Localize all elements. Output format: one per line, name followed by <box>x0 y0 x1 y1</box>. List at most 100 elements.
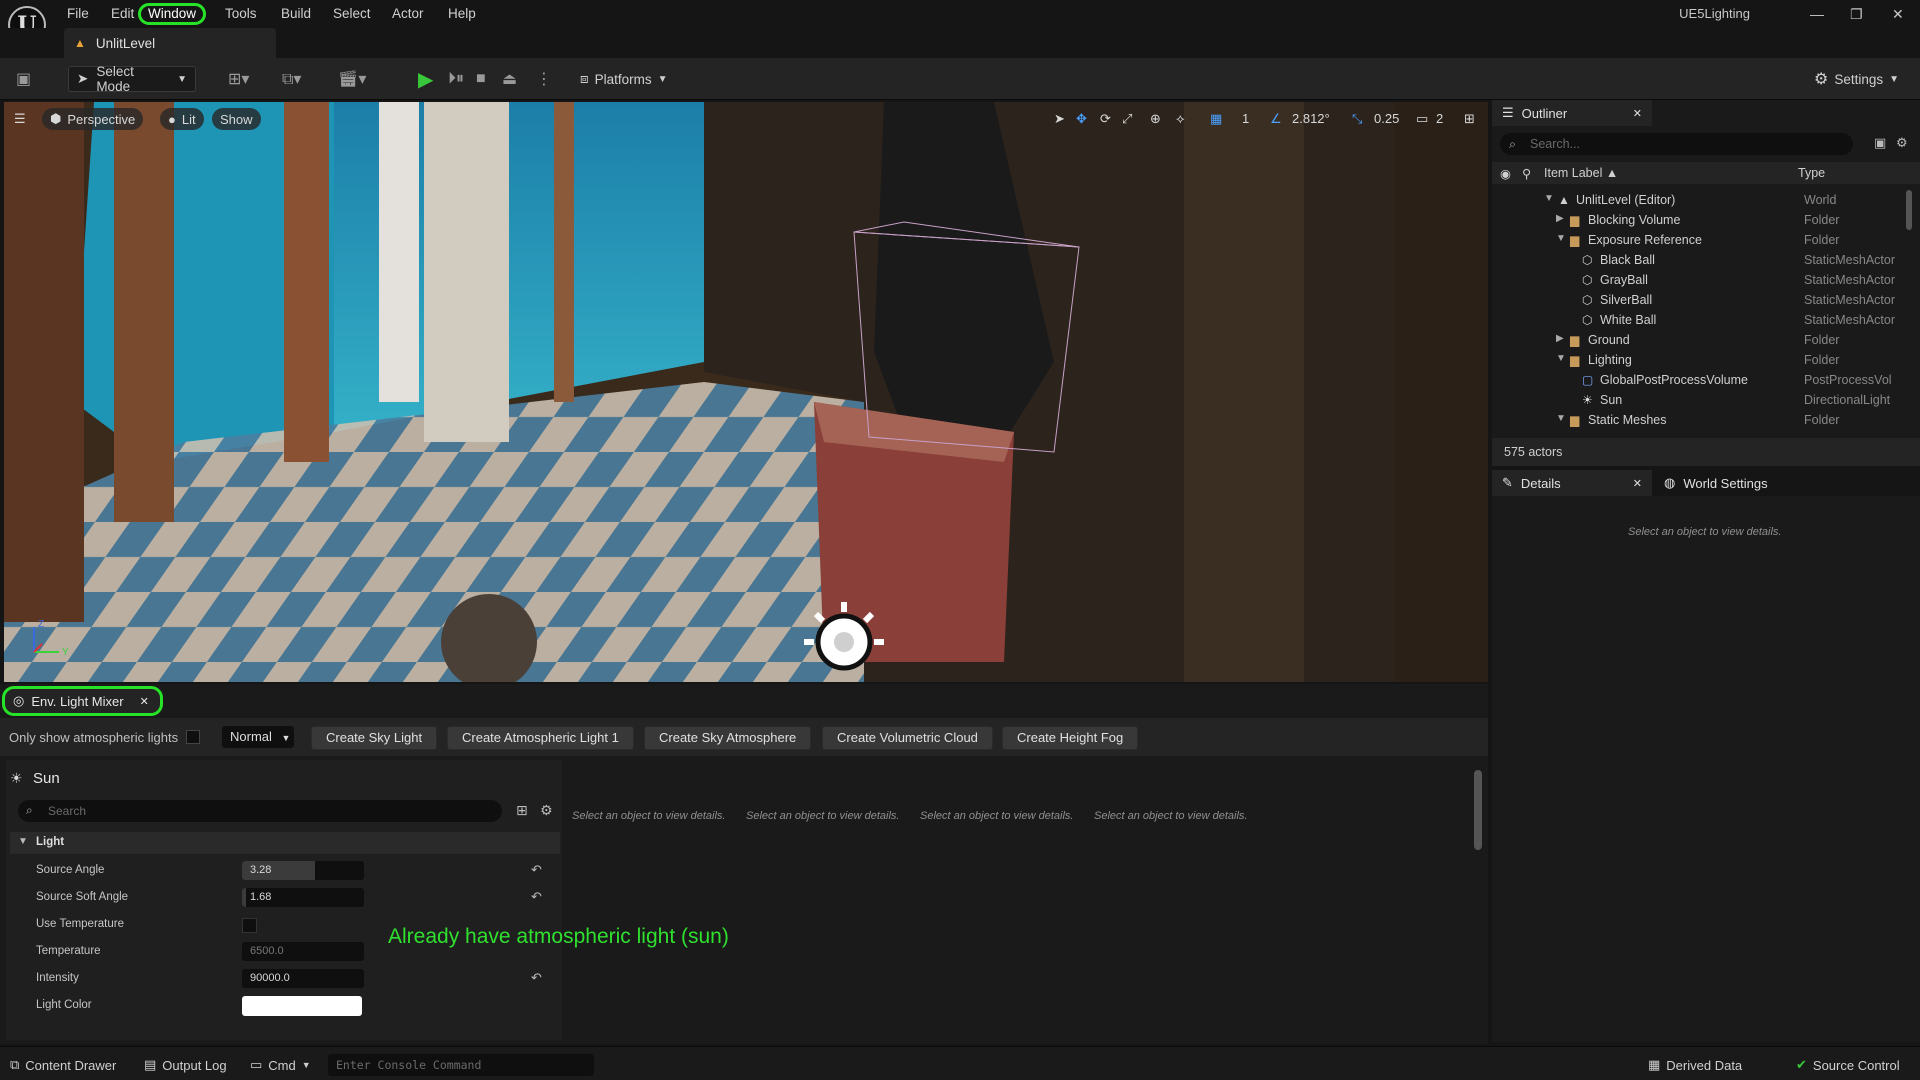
source-angle-field[interactable]: 3.28 <box>242 861 364 880</box>
create-sky-light-button[interactable]: Create Sky Light <box>311 726 438 750</box>
visibility-eye-icon[interactable]: ◉ <box>1500 166 1511 181</box>
chevron-down-icon[interactable]: ▼ <box>1556 413 1566 424</box>
menu-edit[interactable]: Edit <box>104 3 141 25</box>
platforms-dropdown[interactable]: ⧈ Platforms ▼ <box>580 66 668 92</box>
add-actor-icon[interactable]: ⊞▾ <box>228 66 249 92</box>
grid-snap-icon[interactable]: ▦ <box>1210 108 1222 130</box>
play-icon[interactable]: ▶ <box>418 66 433 92</box>
close-window-icon[interactable]: ✕ <box>1892 6 1904 23</box>
surface-snap-icon[interactable]: ⟡ <box>1176 108 1185 130</box>
scale-snap-value[interactable]: 0.25 <box>1374 108 1399 130</box>
gear-icon[interactable]: ⚙ <box>540 802 553 819</box>
cmd-dropdown[interactable]: ▭ Cmd ▼ <box>250 1055 311 1075</box>
table-view-icon[interactable]: ⊞ <box>516 802 528 819</box>
pin-icon[interactable]: ⚲ <box>1522 166 1531 181</box>
menu-build[interactable]: Build <box>274 3 318 25</box>
chevron-right-icon[interactable]: ▶ <box>1556 213 1564 224</box>
mixer-scrollbar[interactable] <box>1474 770 1482 850</box>
eject-icon[interactable]: ⏏ <box>502 66 517 92</box>
outliner-row[interactable]: ⬡ Black Ball StaticMeshActor <box>1492 250 1920 270</box>
menu-window[interactable]: Window <box>138 3 207 25</box>
rotate-tool-icon[interactable]: ⟳ <box>1100 108 1111 130</box>
layout-icon[interactable]: ⊞ <box>1464 108 1475 130</box>
light-color-swatch[interactable] <box>242 996 362 1016</box>
level-tab[interactable]: ▲ UnlitLevel <box>64 28 276 58</box>
create-height-fog-button[interactable]: Create Height Fog <box>1002 726 1139 750</box>
rotation-snap-value[interactable]: 2.812° <box>1292 108 1330 130</box>
outliner-row[interactable]: ⬡ White Ball StaticMeshActor <box>1492 310 1920 330</box>
rotation-snap-icon[interactable]: ∠ <box>1270 108 1282 130</box>
gear-icon[interactable]: ⚙ <box>1896 135 1908 151</box>
use-temperature-checkbox[interactable] <box>242 918 257 933</box>
settings-dropdown[interactable]: ⚙ Settings ▼ <box>1814 66 1899 92</box>
property-search-input[interactable]: ⌕ Search <box>18 800 502 822</box>
create-atmospheric-light-button[interactable]: Create Atmospheric Light 1 <box>447 726 634 750</box>
restore-icon[interactable]: ❐ <box>1850 6 1863 23</box>
close-tab-icon[interactable]: ✕ <box>140 695 149 708</box>
stop-icon[interactable]: ■ <box>476 66 486 92</box>
chevron-right-icon[interactable]: ▶ <box>1556 333 1564 344</box>
blueprint-icon[interactable]: ⧉▾ <box>282 66 301 92</box>
perspective-button[interactable]: ⬢ Perspective <box>42 108 144 130</box>
outliner-row[interactable]: ⬡ SilverBall StaticMeshActor <box>1492 290 1920 310</box>
chevron-down-icon[interactable]: ▼ <box>1556 233 1566 244</box>
outliner-row[interactable]: ☀ Sun DirectionalLight <box>1492 390 1920 410</box>
outliner-row[interactable]: ▶ ▆ Blocking Volume Folder <box>1492 210 1920 230</box>
close-tab-icon[interactable]: ✕ <box>1633 107 1642 120</box>
menu-help[interactable]: Help <box>441 3 483 25</box>
outliner-row[interactable]: ▼ ▆ Static Meshes Folder <box>1492 410 1920 430</box>
reset-icon[interactable]: ↶ <box>531 862 542 878</box>
output-log-button[interactable]: ▤ Output Log <box>144 1055 227 1075</box>
temperature-field[interactable]: 6500.0 <box>242 942 364 961</box>
env-light-mixer-tab[interactable]: ◎ Env. Light Mixer ✕ <box>2 686 163 716</box>
menu-select[interactable]: Select <box>326 3 378 25</box>
outliner-tab[interactable]: ☰ Outliner ✕ <box>1492 100 1652 126</box>
translate-tool-icon[interactable]: ✥ <box>1076 108 1087 130</box>
outliner-row[interactable]: ▼ ▆ Exposure Reference Folder <box>1492 230 1920 250</box>
level-viewport[interactable]: Z Y ☰ ⬢ Perspective ● Lit Show ➤ ✥ ⟳ ⤢ ⊕… <box>4 102 1488 682</box>
derived-data-button[interactable]: ▦ Derived Data <box>1648 1055 1742 1075</box>
create-sky-atmosphere-button[interactable]: Create Sky Atmosphere <box>644 726 812 750</box>
outliner-search-input[interactable]: ⌕ Search... <box>1500 133 1853 155</box>
menu-actor[interactable]: Actor <box>385 3 431 25</box>
show-button[interactable]: Show <box>212 108 261 130</box>
save-icon[interactable]: ▣ <box>16 66 31 92</box>
camera-speed-value[interactable]: 2 <box>1436 108 1443 130</box>
minimize-icon[interactable]: — <box>1810 6 1824 22</box>
menu-file[interactable]: File <box>60 3 96 25</box>
menu-tools[interactable]: Tools <box>218 3 264 25</box>
intensity-field[interactable]: 90000.0 <box>242 969 364 988</box>
source-control-button[interactable]: ✔ Source Control <box>1796 1055 1900 1075</box>
reset-icon[interactable]: ↶ <box>531 889 542 905</box>
grid-snap-value[interactable]: 1 <box>1242 108 1249 130</box>
content-drawer-button[interactable]: ⧉ Content Drawer <box>10 1055 116 1075</box>
outliner-row[interactable]: ▶ ▆ Ground Folder <box>1492 330 1920 350</box>
column-item-label[interactable]: Item Label ▲ <box>1544 166 1618 180</box>
outliner-row[interactable]: ⬡ GrayBall StaticMeshActor <box>1492 270 1920 290</box>
play-options-icon[interactable]: ⋮ <box>536 66 552 92</box>
scale-snap-icon[interactable]: ⤡ <box>1352 108 1362 130</box>
light-category-header[interactable]: ▼ Light <box>10 832 560 854</box>
only-atmospheric-checkbox[interactable] <box>186 730 200 744</box>
chevron-down-icon[interactable]: ▼ <box>1556 353 1566 364</box>
outliner-row[interactable]: ▢ GlobalPostProcessVolume PostProcessVol <box>1492 370 1920 390</box>
close-tab-icon[interactable]: ✕ <box>1633 477 1642 490</box>
outliner-row[interactable]: ▼ ▆ Lighting Folder <box>1492 350 1920 370</box>
chevron-down-icon[interactable]: ▼ <box>1544 193 1554 204</box>
column-type[interactable]: Type <box>1798 166 1825 180</box>
hamburger-menu-icon[interactable]: ☰ <box>14 108 26 130</box>
create-volumetric-cloud-button[interactable]: Create Volumetric Cloud <box>822 726 993 750</box>
outliner-scrollbar[interactable] <box>1906 190 1912 230</box>
select-tool-icon[interactable]: ➤ <box>1054 108 1065 130</box>
console-input[interactable]: Enter Console Command <box>328 1054 594 1076</box>
camera-speed-icon[interactable]: ▭ <box>1416 108 1428 130</box>
advance-frame-icon[interactable]: ⏵⏸ <box>448 66 464 92</box>
outliner-row[interactable]: ▼ ▲ UnlitLevel (Editor) World <box>1492 190 1920 210</box>
mode-select[interactable]: Normal ▼ <box>222 726 294 748</box>
scale-tool-icon[interactable]: ⤢ <box>1122 108 1132 130</box>
world-local-icon[interactable]: ⊕ <box>1150 108 1161 130</box>
add-folder-icon[interactable]: ▣ <box>1874 135 1886 151</box>
world-settings-tab[interactable]: ◍ World Settings <box>1654 470 1768 496</box>
lit-button[interactable]: ● Lit <box>160 108 204 130</box>
cinematics-icon[interactable]: 🎬︎▾ <box>338 66 366 92</box>
